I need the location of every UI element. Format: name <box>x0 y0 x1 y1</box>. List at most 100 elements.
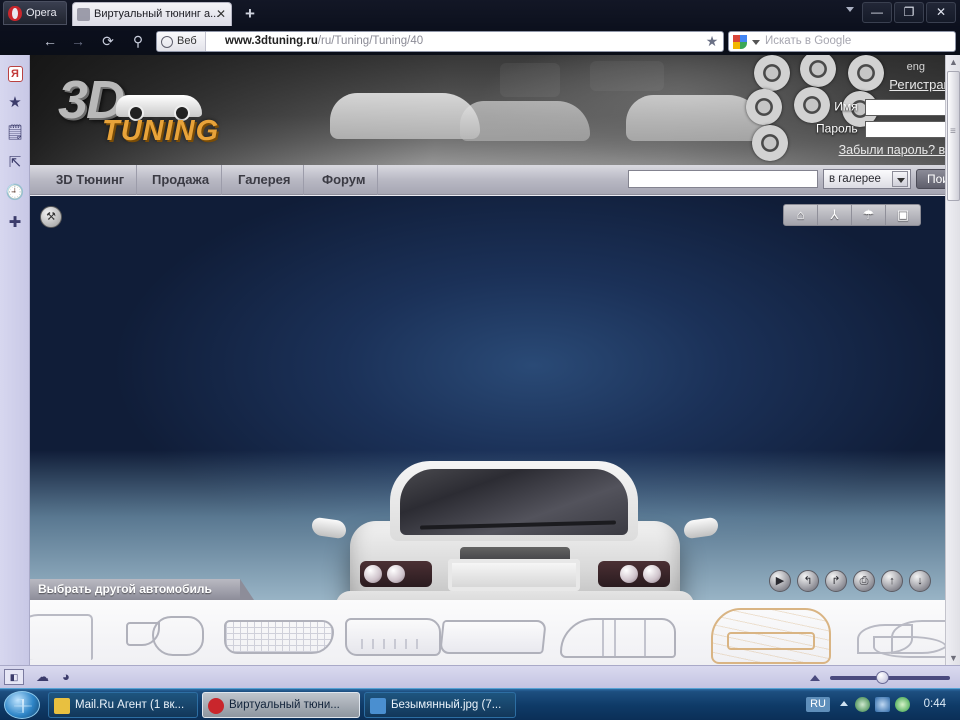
panel-item-yandex[interactable]: Я <box>0 59 30 87</box>
tray-icon-2[interactable] <box>875 697 890 712</box>
back-icon[interactable]: ← <box>40 32 60 51</box>
choose-another-car-label[interactable]: Выбрать другой автомобиль <box>30 579 254 600</box>
search-input[interactable]: Искать в Google <box>728 31 956 52</box>
url-text: www.3dtuning.ru/ru/Tuning/Tuning/40 <box>225 32 423 51</box>
header-wheel-5 <box>794 87 830 123</box>
close-icon[interactable]: ✕ <box>215 6 227 22</box>
upload-button[interactable]: ↑ <box>881 570 903 592</box>
maximize-button[interactable]: ❐ <box>894 2 924 23</box>
mirror-icon <box>102 606 228 665</box>
part-item-airbrush[interactable]: Аэрография <box>838 606 945 665</box>
url-path: /ru/Tuning/Tuning/40 <box>317 35 424 47</box>
opera-menu-button[interactable]: Opera <box>3 1 67 25</box>
search-placeholder: Искать в Google <box>765 35 852 47</box>
language-link[interactable]: eng <box>907 61 925 73</box>
start-button[interactable] <box>4 691 40 719</box>
browser-window-chrome: Opera Виртуальный тюнинг а... ✕ + — ❐ ✕ … <box>0 0 960 55</box>
search-engine-chevron-icon[interactable] <box>752 40 760 45</box>
zoom-caret-icon[interactable] <box>810 675 820 681</box>
camera-icon[interactable]: ▣ <box>886 205 920 225</box>
viewer-toolbar: ⌂ ⅄ ☂ ▣ <box>783 204 921 226</box>
car-headlight-left <box>360 561 432 587</box>
site-search-input[interactable] <box>628 170 818 188</box>
web-badge-label: Веб <box>177 35 197 47</box>
opera-side-panel: Я ★ 🗒 ⇱ 🕘 ✚ <box>0 55 30 665</box>
url-input[interactable]: Веб www.3dtuning.ru/ru/Tuning/Tuning/40 <box>156 31 724 52</box>
opera-logo-icon <box>8 6 22 21</box>
car-model-image[interactable] <box>312 451 718 600</box>
panel-item-links[interactable]: ⇱ <box>0 149 30 177</box>
minimize-button[interactable]: — <box>862 2 892 23</box>
spray-icon[interactable]: ☂ <box>852 205 886 225</box>
new-tab-button[interactable]: + <box>240 4 260 24</box>
taskbar-item-label: Безымянный.jpg (7... <box>391 699 502 711</box>
nav-item-tuning[interactable]: 3D Тюнинг <box>44 165 138 195</box>
part-item-packages[interactable]: Пакеты <box>708 606 834 665</box>
bookmark-star-icon[interactable]: ★ <box>704 33 720 49</box>
tools-icon[interactable]: ⚒ <box>40 206 62 228</box>
web-page: 3D TUNING eng Регистрац Имя Пароль Забыл… <box>30 55 945 665</box>
logo-car-icon <box>116 95 202 121</box>
panel-item-bookmarks[interactable]: ★ <box>0 89 30 117</box>
forward-icon[interactable]: → <box>68 32 88 51</box>
car-headlight-right <box>598 561 670 587</box>
nav-item-forum[interactable]: Форум <box>310 165 379 195</box>
save-button[interactable]: ⎙ <box>853 570 875 592</box>
browser-tab[interactable]: Виртуальный тюнинг а... ✕ <box>72 2 232 26</box>
reload-icon[interactable]: ⟳ <box>98 32 118 51</box>
turbo-icon[interactable]: ◕ <box>62 669 70 685</box>
panel-toggle-button[interactable]: ◧ <box>4 669 24 685</box>
tray-icon-3[interactable] <box>895 697 910 712</box>
login-password-input[interactable] <box>865 121 945 138</box>
rotate-left-button[interactable]: ↰ <box>797 570 819 592</box>
login-name-input[interactable] <box>865 99 945 116</box>
panel-item-history[interactable]: 🕘 <box>0 179 30 207</box>
part-item-mirrors[interactable]: Зеркала <box>102 606 228 665</box>
zoom-slider-knob[interactable] <box>876 671 889 684</box>
home-icon[interactable]: ⌂ <box>784 205 818 225</box>
funnel-icon[interactable]: ⅄ <box>818 205 852 225</box>
forgot-password-link[interactable]: Забыли пароль? вой <box>839 143 945 157</box>
header-shelf-2 <box>590 61 664 91</box>
scroll-down-icon[interactable]: ▼ <box>949 653 958 663</box>
nav-item-sale[interactable]: Продажа <box>140 165 223 195</box>
site-logo[interactable]: 3D TUNING <box>58 69 238 151</box>
vertical-scroll-thumb[interactable] <box>947 71 960 201</box>
part-item-radiator[interactable]: Радиатор <box>216 606 342 665</box>
taskbar-item-opera[interactable]: Виртуальный тюни... <box>202 692 360 718</box>
tab-bar: Opera Виртуальный тюнинг а... ✕ + — ❐ ✕ <box>0 0 960 26</box>
tray-icon-1[interactable] <box>855 697 870 712</box>
nav-item-gallery[interactable]: Галерея <box>226 165 304 195</box>
register-link[interactable]: Регистрац <box>889 77 945 92</box>
panel-item-notes[interactable]: 🗒 <box>0 119 30 147</box>
download-button[interactable]: ↓ <box>909 570 931 592</box>
rotate-right-button[interactable]: ↱ <box>825 570 847 592</box>
links-icon: ⇱ <box>8 154 22 171</box>
part-item-window-tint[interactable]: Тонировка стекол <box>538 606 698 665</box>
panel-item-add[interactable]: ✚ <box>0 209 30 237</box>
close-window-button[interactable]: ✕ <box>926 2 956 23</box>
site-search-button[interactable]: Пои <box>916 169 945 189</box>
tray-expand-icon[interactable] <box>840 701 848 706</box>
screen: Opera Виртуальный тюнинг а... ✕ + — ❐ ✕ … <box>0 0 960 720</box>
history-icon: 🕘 <box>5 184 25 201</box>
chevron-down-icon[interactable] <box>846 7 854 12</box>
taskbar-item-image[interactable]: Безымянный.jpg (7... <box>364 692 516 718</box>
plus-icon: ✚ <box>8 214 22 231</box>
site-search-scope-select[interactable]: в галерее <box>823 169 911 189</box>
scroll-up-icon[interactable]: ▲ <box>949 57 958 67</box>
cloud-icon[interactable]: ☁ <box>36 669 49 685</box>
clock[interactable]: 0:44 <box>924 698 946 710</box>
car-viewer[interactable]: ⚒ ⌂ ⅄ ☂ ▣ ▶ ↰ ↱ ⎙ ↑ ↓ <box>30 196 945 600</box>
chevron-down-icon[interactable] <box>892 171 908 187</box>
zoom-slider[interactable] <box>830 671 950 684</box>
play-button[interactable]: ▶ <box>769 570 791 592</box>
header-car-3 <box>626 95 766 141</box>
key-icon[interactable]: ⚲ <box>128 32 148 51</box>
taskbar-item-mailru[interactable]: Mail.Ru Агент (1 вк... <box>48 692 198 718</box>
page-vertical-scrollbar[interactable]: ▲ ▼ <box>945 55 960 665</box>
login-name-row: Имя <box>834 99 945 116</box>
language-indicator[interactable]: RU <box>806 697 830 712</box>
package-icon <box>708 606 834 665</box>
parts-strip: ылья Зеркала Радиатор Воздух. верхний Во… <box>30 600 945 665</box>
